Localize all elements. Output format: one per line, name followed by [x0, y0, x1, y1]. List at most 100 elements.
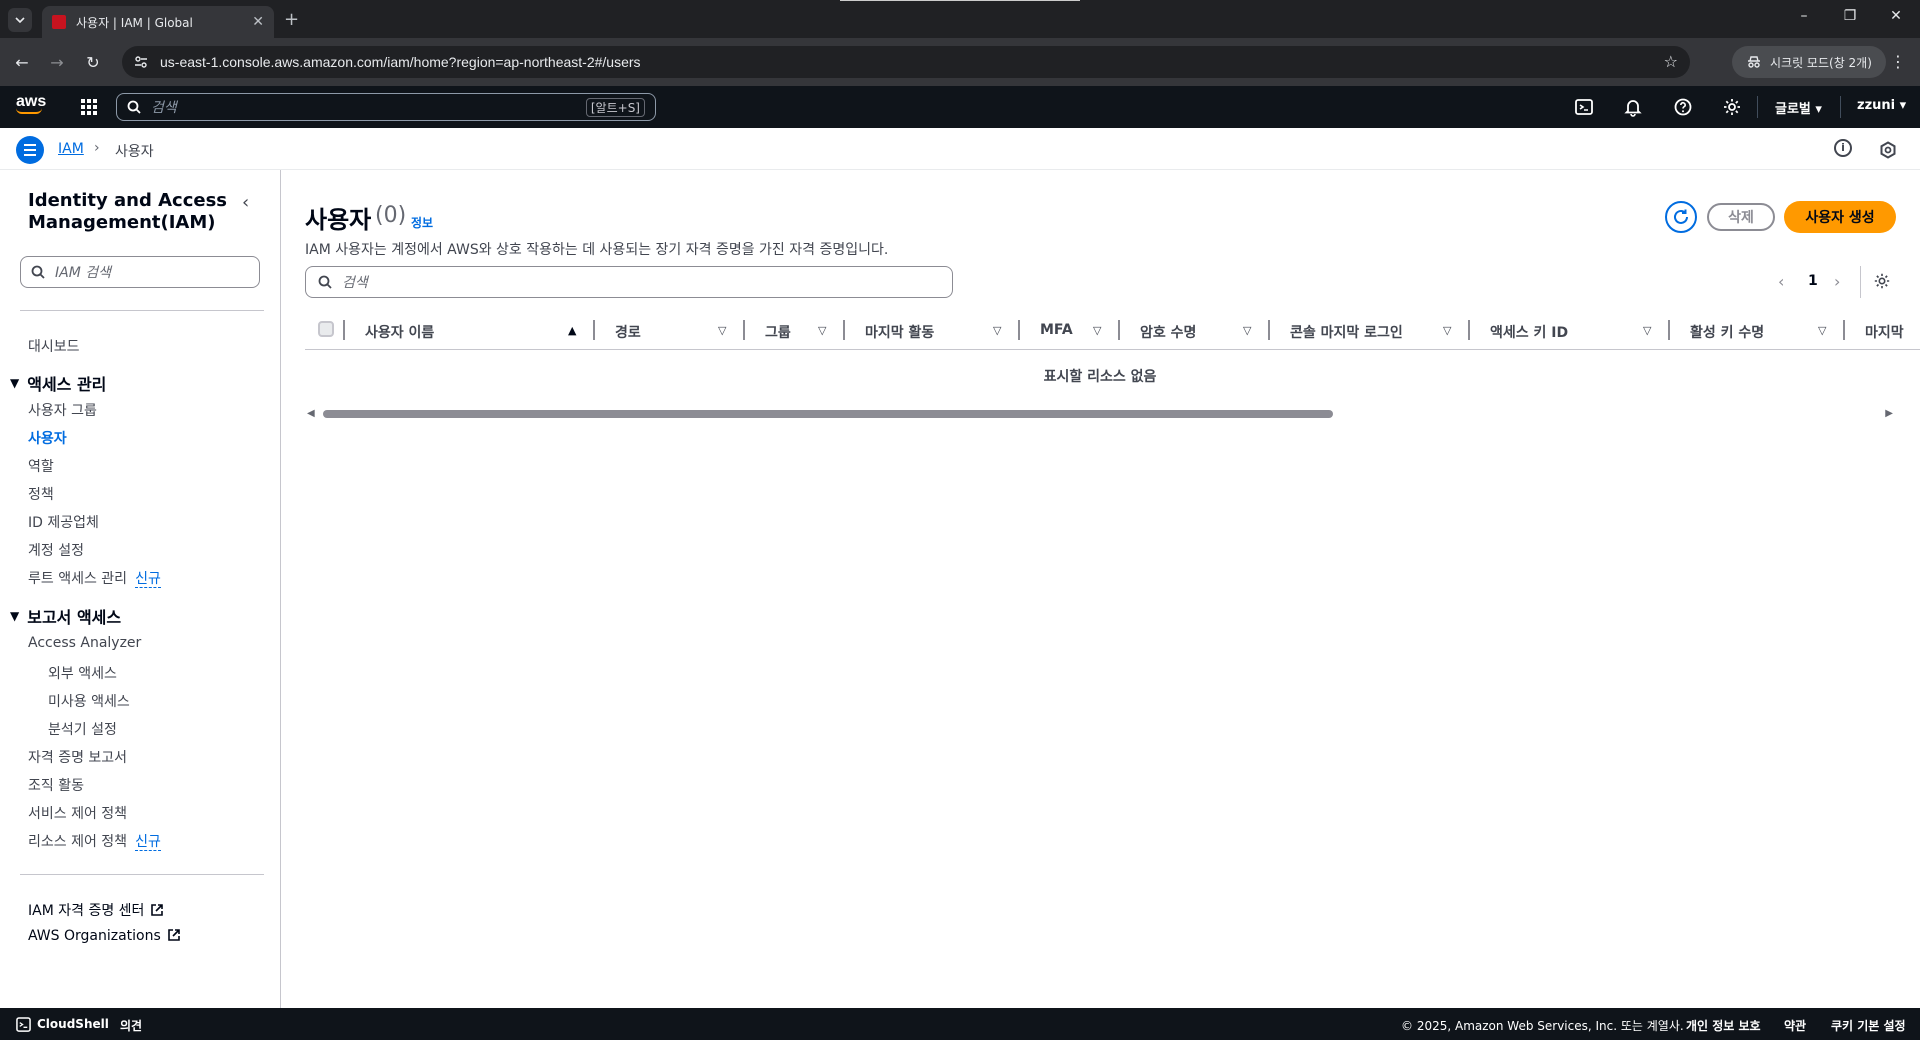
tab-close-icon[interactable]: ✕ [252, 14, 264, 30]
sort-descending-icon[interactable]: ▽ [1443, 324, 1451, 337]
tab-search-button[interactable] [8, 8, 32, 32]
scroll-left-arrow-icon[interactable]: ◀ [307, 408, 315, 419]
cloudshell-icon[interactable] [1574, 97, 1594, 117]
column-header-console-last-sign-in[interactable]: 콘솔 마지막 로그인 [1290, 322, 1403, 342]
browser-menu-icon[interactable]: ⋮ [1890, 52, 1906, 71]
nav-users[interactable]: 사용자 [28, 428, 67, 448]
delete-button[interactable]: 삭제 [1707, 203, 1775, 231]
nav-resource-control-policies[interactable]: 리소스 제어 정책 신규 [28, 831, 161, 851]
address-bar[interactable]: us-east-1.console.aws.amazon.com/iam/hom… [122, 46, 1690, 78]
scroll-right-arrow-icon[interactable]: ▶ [1885, 408, 1893, 419]
column-divider[interactable] [1268, 320, 1270, 340]
aws-logo[interactable]: aws [16, 94, 46, 114]
region-selector[interactable]: 글로벌 ▾ [1775, 98, 1822, 117]
bookmark-star-icon[interactable]: ☆ [1664, 52, 1678, 71]
notifications-bell-icon[interactable] [1623, 97, 1643, 117]
info-panel-icon[interactable]: i [1834, 139, 1852, 157]
nav-iam-identity-center[interactable]: IAM 자격 증명 센터 [28, 900, 164, 920]
account-menu[interactable]: zzuni ▾ [1857, 98, 1906, 113]
pagination-current-page[interactable]: 1 [1808, 273, 1818, 289]
nav-root-access-label: 루트 액세스 관리 [28, 571, 128, 587]
nav-credential-report[interactable]: 자격 증명 보고서 [28, 747, 127, 767]
sort-descending-icon[interactable]: ▽ [1818, 324, 1826, 337]
nav-policies[interactable]: 정책 [28, 484, 54, 504]
side-collapse-chevron-icon[interactable]: ‹ [242, 192, 249, 213]
sort-descending-icon[interactable]: ▽ [1243, 324, 1251, 337]
side-navigation-toggle[interactable] [16, 136, 44, 164]
refresh-button[interactable] [1665, 201, 1697, 233]
nav-user-groups[interactable]: 사용자 그룹 [28, 400, 97, 420]
column-header-access-key-id[interactable]: 액세스 키 ID [1490, 322, 1568, 342]
nav-aws-organizations[interactable]: AWS Organizations [28, 928, 181, 944]
column-divider[interactable] [743, 320, 745, 340]
side-navigation-title[interactable]: Identity and Access Management(IAM) [28, 190, 248, 234]
nav-section-access-reports[interactable]: ▼ 보고서 액세스 [10, 604, 121, 628]
nav-service-control-policies[interactable]: 서비스 제어 정책 [28, 803, 127, 823]
table-preferences-gear-icon[interactable] [1873, 272, 1891, 290]
help-icon[interactable] [1673, 97, 1693, 117]
sort-descending-icon[interactable]: ▽ [993, 324, 1001, 337]
column-divider[interactable] [843, 320, 845, 340]
browser-tab-active[interactable]: 사용자 | IAM | Global ✕ [42, 6, 274, 38]
site-settings-icon[interactable] [134, 55, 148, 69]
nav-dashboard[interactable]: 대시보드 [28, 336, 80, 356]
nav-account-settings[interactable]: 계정 설정 [28, 540, 84, 560]
column-header-path[interactable]: 경로 [615, 322, 641, 342]
back-icon[interactable]: ← [12, 53, 32, 72]
cloudshell-icon[interactable] [16, 1017, 31, 1032]
column-divider[interactable] [1118, 320, 1120, 340]
create-user-button[interactable]: 사용자 생성 [1784, 201, 1896, 233]
column-divider[interactable] [1843, 320, 1845, 340]
column-divider[interactable] [1668, 320, 1670, 340]
column-header-active-key-age[interactable]: 활성 키 수명 [1690, 322, 1764, 342]
column-divider[interactable] [593, 320, 595, 340]
column-header-groups[interactable]: 그룹 [765, 322, 791, 342]
column-header-mfa[interactable]: MFA [1040, 322, 1073, 338]
footer-cookie-preferences[interactable]: 쿠키 기본 설정 [1831, 1017, 1906, 1034]
sort-descending-icon[interactable]: ▽ [1093, 324, 1101, 337]
column-divider[interactable] [1468, 320, 1470, 340]
iam-search-input[interactable]: IAM 검색 [20, 256, 260, 288]
footer-terms[interactable]: 약관 [1784, 1017, 1806, 1034]
nav-access-analyzer[interactable]: Access Analyzer [28, 635, 141, 651]
pagination-prev-icon[interactable]: ‹ [1778, 272, 1784, 291]
column-header-last-truncated[interactable]: 마지막 [1865, 322, 1904, 342]
pagination-next-icon[interactable]: › [1834, 272, 1840, 291]
notifications-panel-icon[interactable] [1879, 141, 1897, 159]
table-horizontal-scrollbar[interactable]: ◀ ▶ [305, 408, 1895, 420]
scrollbar-thumb[interactable] [323, 410, 1333, 418]
forward-icon[interactable]: → [47, 53, 67, 72]
nav-analyzer-settings[interactable]: 분석기 설정 [48, 719, 117, 739]
reload-icon[interactable]: ↻ [83, 53, 103, 72]
column-header-last-activity[interactable]: 마지막 활동 [865, 322, 934, 342]
nav-identity-providers[interactable]: ID 제공업체 [28, 512, 99, 532]
sort-descending-icon[interactable]: ▽ [718, 324, 726, 337]
window-close-icon[interactable]: ✕ [1886, 8, 1906, 24]
services-grid-icon[interactable] [81, 99, 97, 115]
settings-gear-icon[interactable] [1722, 97, 1742, 117]
footer-privacy[interactable]: 개인 정보 보호 [1686, 1017, 1761, 1034]
nav-external-access[interactable]: 외부 액세스 [48, 663, 117, 683]
column-header-password-age[interactable]: 암호 수명 [1140, 322, 1196, 342]
sort-descending-icon[interactable]: ▽ [1643, 324, 1651, 337]
breadcrumb-iam-link[interactable]: IAM [58, 141, 84, 157]
sort-descending-icon[interactable]: ▽ [818, 324, 826, 337]
new-tab-icon[interactable]: + [284, 9, 299, 30]
nav-organization-activity[interactable]: 조직 활동 [28, 775, 84, 795]
info-link[interactable]: 정보 [411, 214, 433, 231]
select-all-checkbox[interactable] [318, 321, 334, 337]
column-header-user-name[interactable]: 사용자 이름 [365, 322, 434, 342]
sort-ascending-icon[interactable]: ▲ [568, 324, 576, 337]
column-divider[interactable] [1018, 320, 1020, 340]
aws-global-search[interactable]: 검색 [알트+S] [116, 93, 656, 121]
restore-icon[interactable]: ❐ [1840, 8, 1860, 24]
incognito-indicator[interactable]: 시크릿 모드(창 2개) [1732, 46, 1886, 78]
nav-roles[interactable]: 역할 [28, 456, 54, 476]
users-search-input[interactable]: 검색 [305, 266, 953, 298]
nav-unused-access[interactable]: 미사용 액세스 [48, 691, 130, 711]
footer-feedback[interactable]: 의견 [120, 1017, 142, 1034]
nav-root-access-management[interactable]: 루트 액세스 관리 신규 [28, 568, 161, 588]
minimize-icon[interactable]: – [1794, 8, 1814, 24]
footer-cloudshell[interactable]: CloudShell [37, 1017, 109, 1031]
nav-section-access-management[interactable]: ▼ 액세스 관리 [10, 371, 106, 395]
